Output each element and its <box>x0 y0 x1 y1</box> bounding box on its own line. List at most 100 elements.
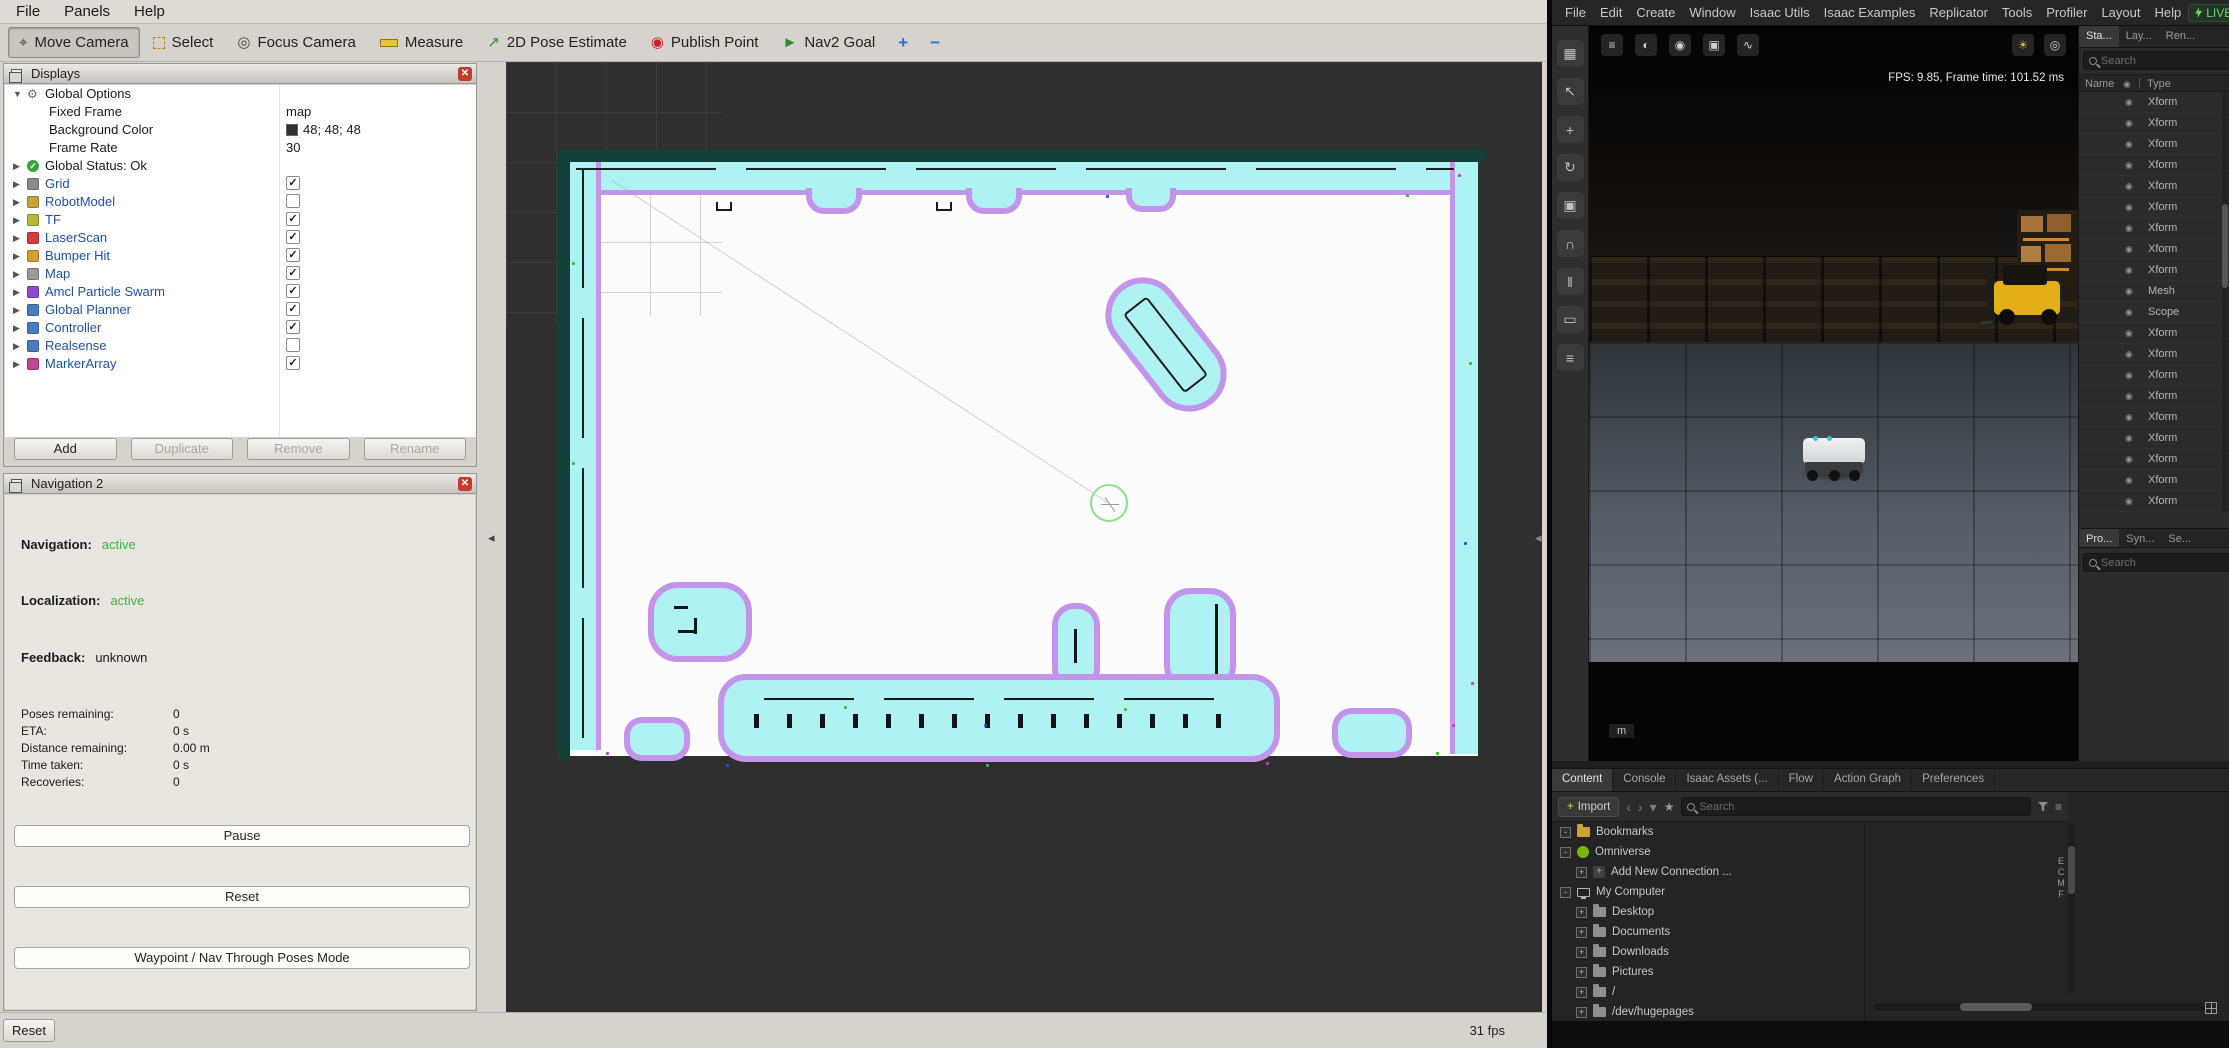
visibility-eye-icon[interactable]: ◉ <box>2125 454 2133 465</box>
forward-icon[interactable]: › <box>1638 800 1643 814</box>
enable-checkbox[interactable]: ✓ <box>286 302 300 316</box>
visibility-eye-icon[interactable]: ◉ <box>2125 139 2133 150</box>
tree-item-downloads[interactable]: +Downloads <box>1552 942 2229 962</box>
stage-row[interactable]: ◉Mesh <box>2079 281 2229 302</box>
expander-icon[interactable]: ▶ <box>13 323 20 334</box>
stage-row[interactable]: ◉Xform <box>2079 260 2229 281</box>
expander-icon[interactable]: + <box>1576 927 1587 938</box>
stage-row[interactable]: ◉Xform <box>2079 491 2229 512</box>
display-row-map[interactable]: ▶Map✓ <box>5 265 476 283</box>
rotate-icon[interactable]: ↻ <box>1557 154 1584 181</box>
import-button[interactable]: + Import <box>1558 797 1619 817</box>
reset-button[interactable]: Reset <box>3 1019 55 1042</box>
stage-row[interactable]: ◉Xform <box>2079 407 2229 428</box>
enable-checkbox[interactable]: ✓ <box>286 176 300 190</box>
property-frame-rate[interactable]: Frame Rate30 <box>5 139 476 157</box>
enable-checkbox[interactable]: ✓ <box>286 248 300 262</box>
pause-icon[interactable]: ‖ <box>1557 268 1584 295</box>
select-button[interactable]: Select <box>142 27 225 58</box>
tree-item-bookmarks[interactable]: -Bookmarks <box>1552 822 2229 842</box>
scrollbar-thumb[interactable] <box>1960 1003 2032 1011</box>
expander-icon[interactable]: ▼ <box>13 89 22 99</box>
render-mode-icon[interactable]: ◐ <box>1635 34 1657 56</box>
stage-row[interactable]: ◉Xform <box>2079 218 2229 239</box>
stop-icon[interactable]: ▭ <box>1557 306 1584 333</box>
enable-checkbox[interactable]: ✓ <box>286 284 300 298</box>
focus-camera-button[interactable]: ◎Focus Camera <box>226 27 366 58</box>
column-type[interactable]: Type <box>2147 78 2171 90</box>
horizontal-scrollbar[interactable] <box>1874 1003 2206 1011</box>
tree-item-documents[interactable]: +Documents <box>1552 922 2229 942</box>
visibility-eye-icon[interactable]: ◉ <box>2125 433 2133 444</box>
display-row-markerarray[interactable]: ▶MarkerArray✓ <box>5 355 476 373</box>
column-name[interactable]: Name <box>2085 78 2114 90</box>
expander-icon[interactable]: ▶ <box>13 179 20 190</box>
remove-button[interactable]: Remove <box>247 438 350 460</box>
panel-divider[interactable] <box>1864 822 1865 1021</box>
property-fixed-frame[interactable]: Fixed Framemap <box>5 103 476 121</box>
stage-row[interactable]: ◉Xform <box>2079 155 2229 176</box>
rviz-3d-viewport[interactable] <box>506 62 1542 1012</box>
stage-row[interactable]: ◉Xform <box>2079 428 2229 449</box>
lighting-icon[interactable]: ☀ <box>2012 34 2034 56</box>
isaac-menu-tools[interactable]: Tools <box>1995 5 2039 20</box>
tab-isaac-assets[interactable]: Isaac Assets (... <box>1676 769 1778 791</box>
display-options-icon[interactable]: ▣ <box>1703 34 1725 56</box>
expander-icon[interactable]: - <box>1560 847 1571 858</box>
expander-icon[interactable]: ▶ <box>13 287 20 298</box>
2d-pose-estimate-button[interactable]: ↗2D Pose Estimate <box>476 27 638 58</box>
visibility-eye-icon[interactable]: ◉ <box>2125 265 2133 276</box>
move-icon[interactable]: + <box>1557 116 1584 143</box>
visibility-eye-icon[interactable]: ◉ <box>2125 412 2133 423</box>
property-search[interactable] <box>2083 553 2229 572</box>
panel-tab-se[interactable]: Se... <box>2161 529 2198 547</box>
expander-icon[interactable]: ▶ <box>13 359 20 370</box>
nav2-goal-button[interactable]: ►Nav2 Goal <box>771 27 886 58</box>
display-row-amcl-particle-swarm[interactable]: ▶Amcl Particle Swarm✓ <box>5 283 476 301</box>
visibility-eye-icon[interactable]: ◉ <box>2125 223 2133 234</box>
layers-icon[interactable]: ≡ <box>1557 344 1584 371</box>
stage-search[interactable] <box>2083 51 2229 70</box>
close-icon[interactable]: ✕ <box>458 477 472 491</box>
pause-button[interactable]: Pause <box>14 825 470 847</box>
scale-icon[interactable]: ▣ <box>1557 192 1584 219</box>
expander-icon[interactable]: + <box>1576 907 1587 918</box>
visibility-eye-icon[interactable]: ◉ <box>2125 202 2133 213</box>
visibility-eye-icon[interactable]: ◉ <box>2125 328 2133 339</box>
visibility-eye-icon[interactable]: ◉ <box>2125 307 2133 318</box>
stage-tab-sta[interactable]: Sta... <box>2079 26 2119 47</box>
tree-item-add-new-connection[interactable]: ++Add New Connection ... <box>1552 862 2229 882</box>
waypoint-nav-through-poses-mode-button[interactable]: Waypoint / Nav Through Poses Mode <box>14 947 470 969</box>
enable-checkbox[interactable]: ✓ <box>286 266 300 280</box>
display-row-global-planner[interactable]: ▶Global Planner✓ <box>5 301 476 319</box>
content-search[interactable] <box>1681 797 2031 816</box>
display-row-robotmodel[interactable]: ▶RobotModel <box>5 193 476 211</box>
tab-console[interactable]: Console <box>1613 769 1676 791</box>
close-icon[interactable]: ✕ <box>458 67 472 81</box>
bookmark-icon[interactable]: ★ <box>1664 801 1675 813</box>
select-icon[interactable]: ↖ <box>1557 78 1584 105</box>
scrollbar-thumb[interactable] <box>2222 204 2228 288</box>
stage-row[interactable]: ◉Xform <box>2079 92 2229 113</box>
panel-tab-syn[interactable]: Syn... <box>2119 529 2161 547</box>
stage-row[interactable]: ◉Xform <box>2079 365 2229 386</box>
enable-checkbox[interactable]: ✓ <box>286 356 300 370</box>
display-row-grid[interactable]: ▶Grid✓ <box>5 175 476 193</box>
expander-icon[interactable]: ▶ <box>13 251 20 262</box>
property-value[interactable]: map <box>286 104 311 119</box>
tab-content[interactable]: Content <box>1552 769 1613 791</box>
isaac-menu-edit[interactable]: Edit <box>1593 5 1629 20</box>
visibility-eye-icon[interactable]: ◉ <box>2125 160 2133 171</box>
isaac-menu-profiler[interactable]: Profiler <box>2039 5 2094 20</box>
expander-icon[interactable]: ▶ <box>13 197 20 208</box>
publish-point-button[interactable]: ◉Publish Point <box>640 27 770 58</box>
visibility-eye-icon[interactable]: ◉ <box>2125 496 2133 507</box>
grid-view-icon[interactable] <box>2205 1002 2217 1014</box>
isaac-menu-help[interactable]: Help <box>2148 5 2189 20</box>
stage-row[interactable]: ◉Xform <box>2079 134 2229 155</box>
expander-icon[interactable]: + <box>1576 967 1587 978</box>
stage-search-input[interactable] <box>2101 55 2229 67</box>
tab-preferences[interactable]: Preferences <box>1912 769 1995 791</box>
content-search-input[interactable] <box>1699 801 2025 813</box>
isaac-menu-isaac-utils[interactable]: Isaac Utils <box>1743 5 1817 20</box>
